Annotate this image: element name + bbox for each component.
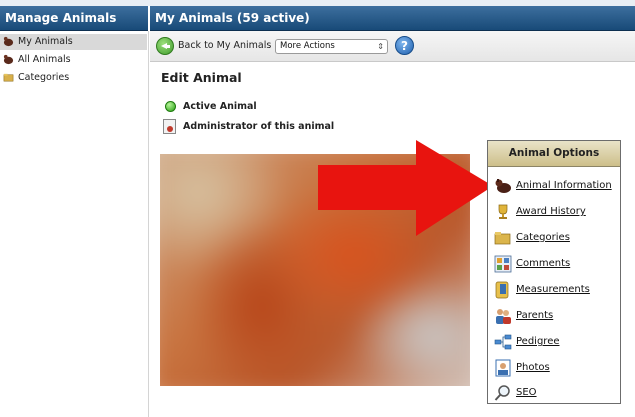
option-award-history[interactable]: Award History	[492, 201, 620, 223]
option-label: Categories	[516, 232, 570, 243]
animal-icon	[3, 54, 14, 65]
animal-options-panel: Animal Options Animal Information Award …	[487, 140, 621, 404]
option-photos[interactable]: Photos	[492, 357, 620, 379]
option-animal-information[interactable]: Animal Information	[492, 175, 620, 197]
folder-icon	[494, 232, 511, 245]
select-arrows-icon: ⇕	[377, 42, 384, 51]
manage-animals-header: Manage Animals	[0, 6, 148, 31]
option-pedigree[interactable]: Pedigree	[492, 331, 620, 353]
active-status-label: Active Animal	[183, 101, 257, 112]
animal-icon	[3, 36, 14, 47]
option-label: Parents	[516, 310, 554, 321]
pedigree-icon	[494, 334, 512, 350]
option-parents[interactable]: Parents	[492, 305, 620, 327]
red-arrow-icon	[318, 140, 493, 236]
administrator-icon	[163, 119, 176, 134]
option-label: Measurements	[516, 284, 590, 295]
sidebar-item-my-animals[interactable]: My Animals	[0, 34, 147, 50]
option-label: Photos	[516, 362, 550, 373]
sidebar-item-label: All Animals	[18, 54, 71, 65]
page-title: Edit Animal	[161, 70, 242, 85]
sidebar-item-label: Categories	[18, 72, 70, 83]
sidebar-item-all-animals[interactable]: All Animals	[0, 52, 147, 68]
active-animal-status: Active Animal	[163, 100, 257, 114]
more-actions-value: More Actions	[280, 41, 335, 51]
photo-icon	[495, 359, 511, 377]
option-label: Award History	[516, 206, 586, 217]
more-actions-select[interactable]: More Actions ⇕	[275, 39, 388, 54]
toolbar: Back to My Animals More Actions ⇕ ?	[150, 31, 635, 62]
animal-info-icon	[495, 179, 511, 193]
option-categories[interactable]: Categories	[492, 227, 620, 249]
option-seo[interactable]: SEO	[492, 382, 620, 404]
back-label: Back to My Animals	[178, 40, 272, 51]
parents-icon	[496, 309, 511, 324]
magnifier-icon	[494, 385, 510, 401]
my-animals-header: My Animals (59 active)	[150, 6, 635, 31]
sidebar-item-label: My Animals	[18, 36, 73, 47]
option-comments[interactable]: Comments	[492, 253, 620, 275]
option-label: Animal Information	[516, 180, 612, 191]
option-label: SEO	[516, 387, 537, 398]
back-arrow-icon	[156, 37, 174, 55]
sidebar: My Animals All Animals Categories	[0, 31, 149, 417]
comments-icon	[494, 255, 512, 273]
option-label: Pedigree	[516, 336, 560, 347]
help-icon[interactable]: ?	[395, 36, 414, 55]
back-to-my-animals-button[interactable]: Back to My Animals	[156, 37, 271, 55]
measurements-icon	[495, 281, 509, 299]
sidebar-item-categories[interactable]: Categories	[0, 70, 147, 86]
folder-icon	[3, 73, 14, 82]
administrator-status-label: Administrator of this animal	[183, 121, 335, 132]
active-status-icon	[165, 101, 176, 112]
animal-options-title: Animal Options	[488, 141, 620, 167]
administrator-status: Administrator of this animal	[163, 119, 335, 134]
option-measurements[interactable]: Measurements	[492, 279, 620, 301]
option-label: Comments	[516, 258, 571, 269]
trophy-icon	[498, 204, 508, 219]
